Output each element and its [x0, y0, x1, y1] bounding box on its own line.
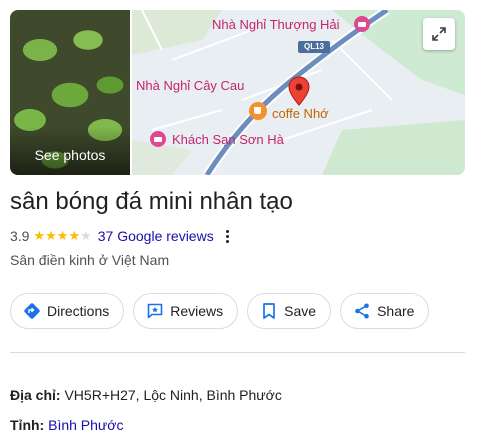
- star-rating: ★ ★ ★ ★ ★: [33, 229, 91, 243]
- star-filled-icon: ★: [33, 228, 46, 243]
- province-row: Tỉnh: Bình Phước: [10, 417, 123, 433]
- place-title: sân bóng đá mini nhân tạo: [10, 188, 293, 215]
- see-photos-label[interactable]: See photos: [10, 147, 130, 163]
- save-label: Save: [284, 303, 317, 319]
- cafe-icon[interactable]: [249, 102, 267, 120]
- map-label-son-ha: Khách Sạn Sơn Hà: [172, 132, 284, 147]
- reviews-icon: [147, 303, 163, 319]
- share-icon: [355, 303, 369, 319]
- media-strip: See photos QL13 Nhà Nghỉ Thượng Hải Nhà …: [10, 10, 465, 175]
- location-pin-icon: [288, 76, 310, 106]
- directions-button[interactable]: Directions: [10, 293, 125, 329]
- map-thumbnail[interactable]: QL13 Nhà Nghỉ Thượng Hải Nhà Nghỉ Cây Ca…: [132, 10, 465, 175]
- road-shield-ql13: QL13: [298, 41, 330, 53]
- reviews-link[interactable]: 37 Google reviews: [98, 228, 214, 244]
- map-label-cay-cau: Nhà Nghỉ Cây Cau: [136, 78, 245, 93]
- rating-value: 3.9: [10, 228, 30, 244]
- place-category: Sân điền kinh ở Việt Nam: [10, 252, 170, 268]
- address-colon: :: [55, 387, 61, 403]
- star-filled-icon: ★: [56, 228, 69, 243]
- share-label: Share: [377, 303, 415, 319]
- expand-map-button[interactable]: [423, 18, 455, 50]
- hotel-icon[interactable]: [150, 131, 166, 147]
- star-filled-icon: ★: [45, 228, 57, 243]
- reviews-button[interactable]: Reviews: [133, 293, 239, 329]
- map-label-coffee: coffe Nhớ: [272, 106, 329, 121]
- expand-icon: [432, 27, 446, 41]
- rating-row: 3.9 ★ ★ ★ ★ ★ 37 Google reviews: [10, 228, 229, 244]
- directions-label: Directions: [47, 303, 110, 319]
- address-row: Địa chỉ: VH5R+H27, Lộc Ninh, Bình Phước: [10, 387, 282, 403]
- province-link[interactable]: Bình Phước: [48, 417, 123, 433]
- map-label-thuong-hai: Nhà Nghỉ Thượng Hải: [212, 17, 340, 32]
- star-filled-icon: ★: [68, 228, 81, 243]
- photo-thumbnail[interactable]: See photos: [10, 10, 130, 175]
- bookmark-icon: [263, 303, 276, 319]
- directions-icon: [24, 303, 40, 319]
- province-label: Tỉnh: [10, 417, 40, 433]
- save-button[interactable]: Save: [247, 293, 332, 329]
- share-button[interactable]: Share: [340, 293, 430, 329]
- province-colon: :: [39, 417, 45, 433]
- address-label: Địa chỉ: [10, 387, 56, 403]
- hotel-icon[interactable]: [354, 16, 370, 32]
- more-options-icon[interactable]: [225, 229, 229, 243]
- reviews-label: Reviews: [170, 303, 224, 319]
- divider: [10, 352, 465, 353]
- address-value: VH5R+H27, Lộc Ninh, Bình Phước: [64, 387, 282, 403]
- star-empty-icon: ★: [80, 228, 92, 243]
- action-buttons: Directions Reviews Save Share: [10, 293, 430, 329]
